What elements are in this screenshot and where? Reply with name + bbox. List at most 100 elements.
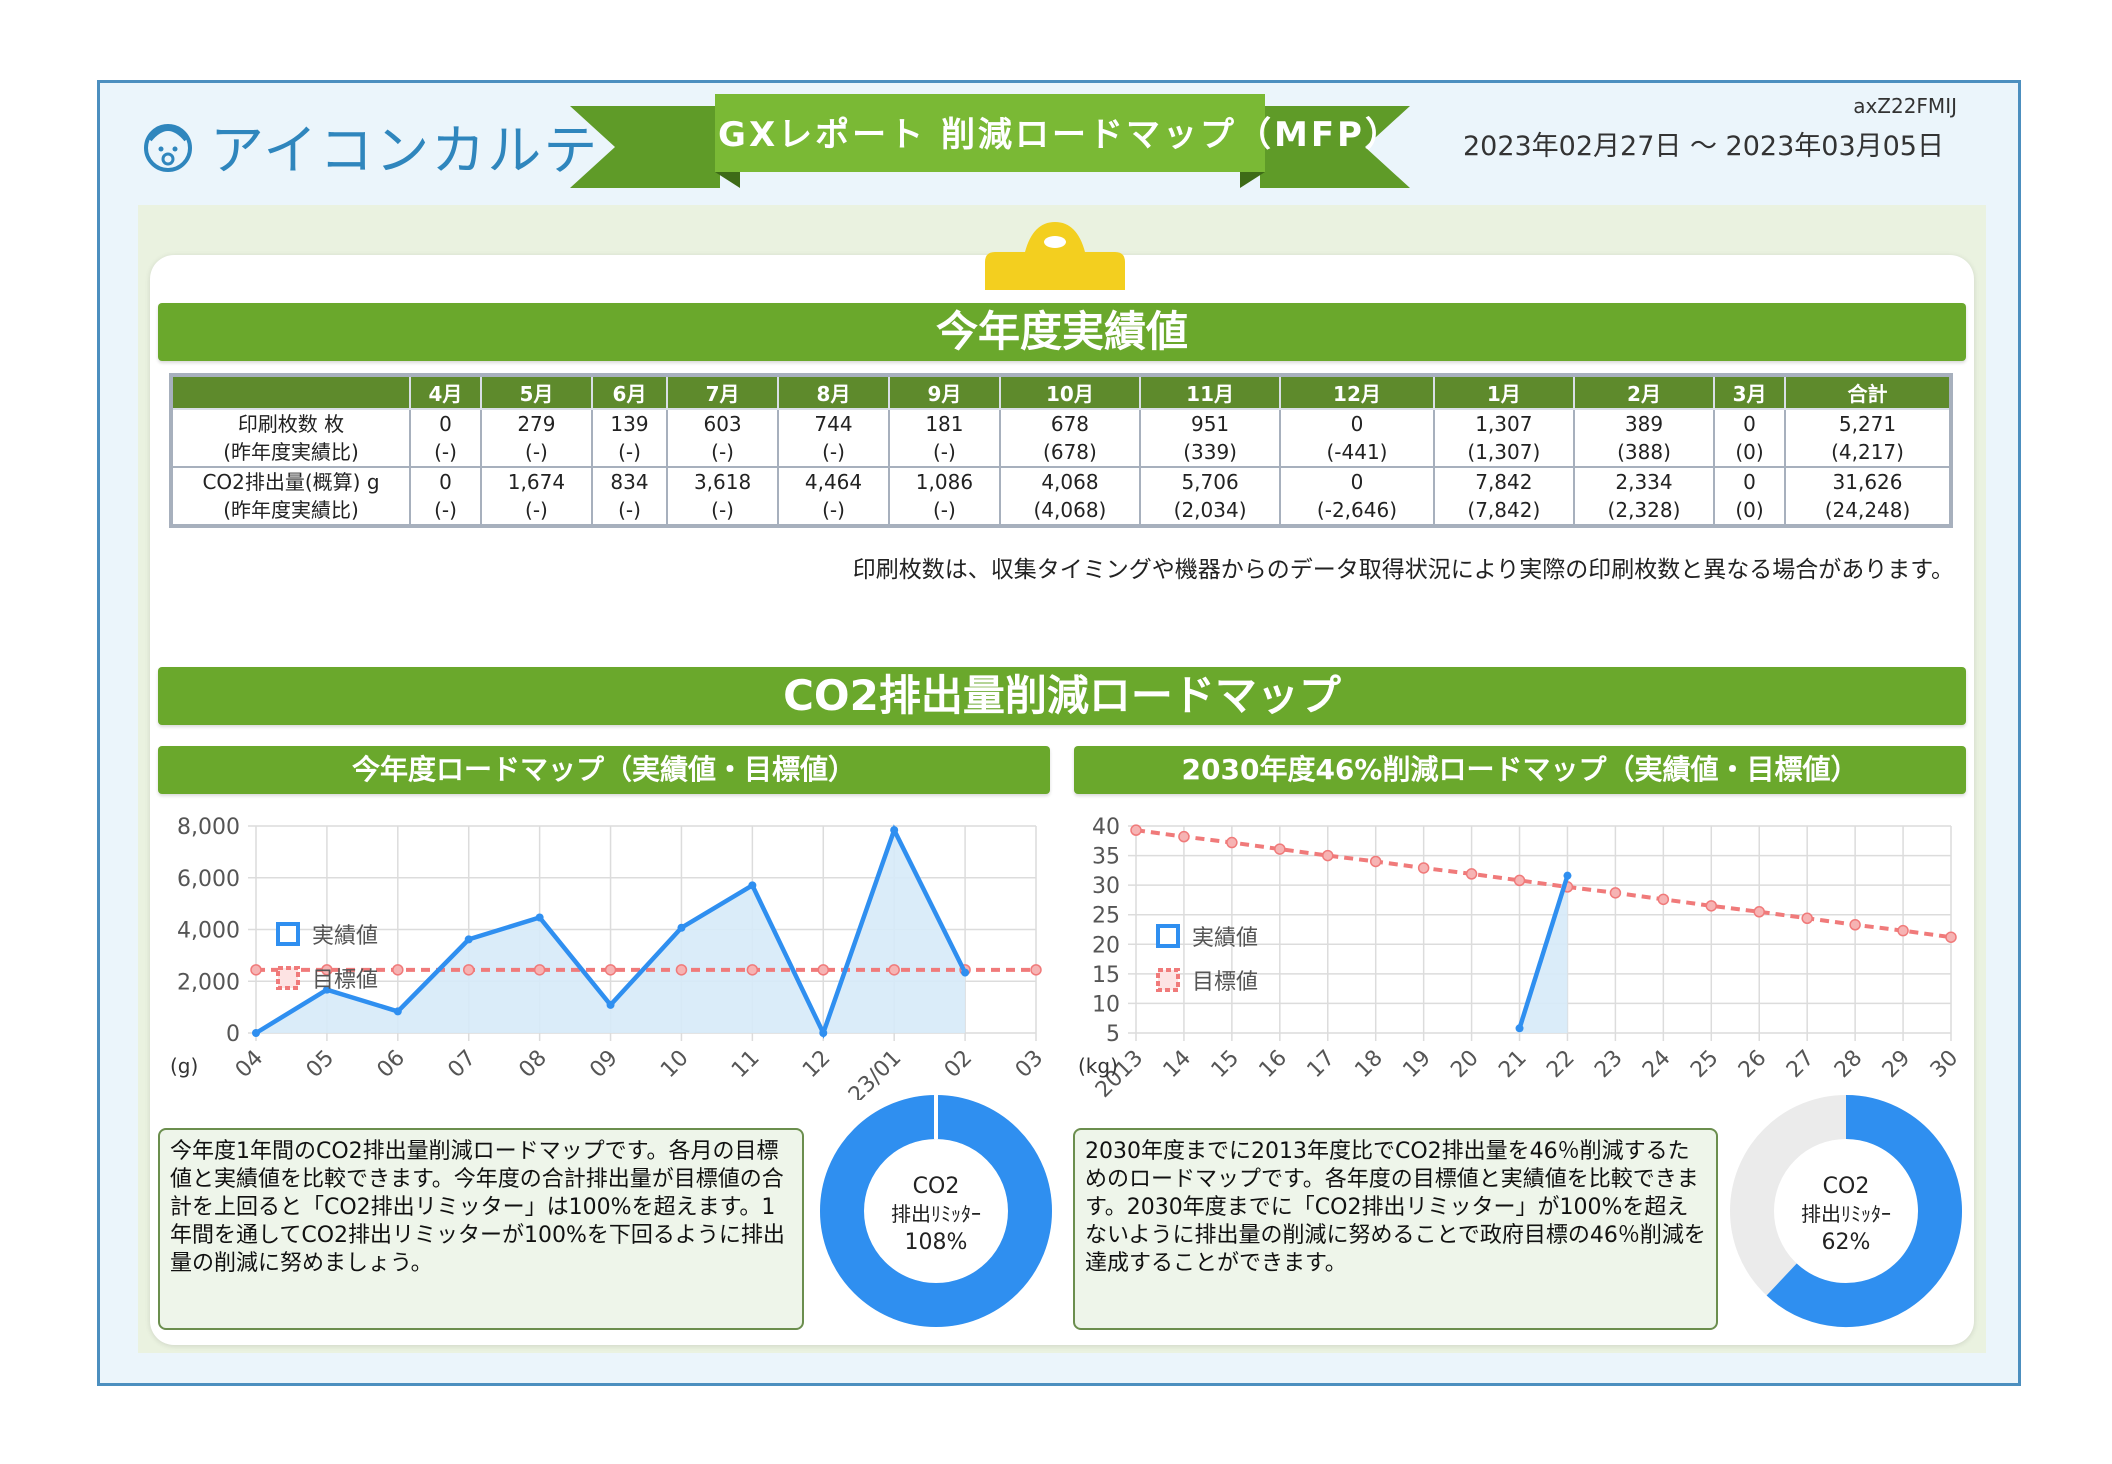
cell-compare: (-) (618, 498, 641, 522)
x-tick-label: 16 (1255, 1046, 1292, 1083)
actual-point (252, 1029, 260, 1037)
monthly-roadmap-chart: 0 2,000 4,000 6,000 8,000 04 05 06 07 08 09 10 11 12 2… (170, 815, 1048, 1100)
cell-value: 389 (1624, 412, 1664, 436)
y-tick-label: 8,000 (177, 815, 240, 840)
month-header: 6月 (590, 374, 669, 410)
cell-value: 0 (1350, 470, 1364, 494)
baby-face-icon (144, 123, 192, 172)
month-header: 合計 (1784, 374, 1952, 410)
cell-compare: (-) (822, 498, 845, 522)
month-header: 9月 (887, 374, 1001, 410)
table-cell: 951 (339) (1139, 408, 1282, 468)
target-point (1369, 855, 1382, 868)
legend-actual-label: 実績値 (312, 924, 378, 949)
logo: アイコンカルテ (140, 106, 599, 185)
cell-value: 0 (1350, 412, 1364, 436)
row-label-main: 印刷枚数 枚 (237, 412, 345, 436)
x-tick-label: 21 (1494, 1046, 1531, 1083)
y-tick-label: 30 (1092, 874, 1120, 899)
cell-value: 4,464 (804, 470, 863, 494)
table-cell: 2,334 (2,328) (1572, 466, 1716, 527)
table-cell: 5,271 (4,217) (1784, 408, 1952, 468)
cell-compare: (-) (822, 440, 845, 464)
table-cell: 389 (388) (1572, 408, 1716, 468)
cell-compare: (678) (1043, 440, 1097, 464)
target-point (1178, 830, 1190, 843)
cell-compare: (388) (1617, 440, 1671, 464)
x-tick-label: 12 (798, 1046, 835, 1083)
x-tick-label: 23 (1590, 1046, 1627, 1083)
left-limiter-gauge: CO2 排出ﾘﾐｯﾀｰ 108% (820, 1095, 1052, 1327)
x-tick-label: 17 (1303, 1046, 1340, 1083)
x-tick-label: 22 (1542, 1046, 1579, 1083)
y-tick-label: 5 (1106, 1022, 1120, 1047)
right-description: 2030年度までに2013年度比でCO2排出量を46％削減するためのロードマップ… (1073, 1128, 1718, 1330)
target-point (250, 964, 262, 976)
x-tick-label: 25 (1686, 1046, 1723, 1083)
x-tick-label: 08 (514, 1046, 551, 1083)
table-cell: 744 (-) (777, 408, 890, 468)
x-tick-label: 04 (231, 1046, 268, 1083)
table-cell: 0 (0) (1713, 408, 1787, 468)
cell-value: 3,618 (693, 470, 752, 494)
table-cell: 3,618 (-) (666, 466, 780, 527)
cell-value: 678 (1050, 412, 1090, 436)
month-header: 5月 (479, 374, 593, 410)
gauge-value-text: 62% (1822, 1230, 1871, 1255)
cell-value: 0 (439, 412, 452, 436)
cell-value: 181 (925, 412, 964, 436)
report-period: 2023年02月27日 〜 2023年03月05日 (1462, 131, 1944, 162)
performance-title: 今年度実績値 (158, 303, 1966, 361)
cell-compare: (-) (933, 498, 956, 522)
target-point (1030, 964, 1042, 976)
cell-compare: (0) (1735, 440, 1764, 464)
x-tick-label: 29 (1878, 1046, 1915, 1083)
cell-value: 5,706 (1181, 470, 1239, 494)
cell-value: 139 (610, 412, 649, 436)
right-chart-title: 2030年度46%削減ロードマップ（実績値・目標値） (1074, 746, 1966, 794)
month-header: 1月 (1432, 374, 1575, 410)
table-cell: 139 (-) (590, 408, 669, 468)
cell-value: 0 (1743, 470, 1756, 494)
roadmap-title: CO2排出量削減ロードマップ (158, 667, 1966, 725)
gauge-label-line2: 排出ﾘﾐｯﾀｰ (891, 1202, 981, 1226)
month-header: 3月 (1713, 374, 1787, 410)
table-cell: 0 (-) (409, 466, 482, 527)
table-cell: 31,626 (24,248) (1784, 466, 1952, 527)
table-cell: 1,307 (1,307) (1432, 408, 1575, 468)
cell-value: 279 (517, 412, 556, 436)
left-description: 今年度1年間のCO2排出量削減ロードマップです。各月の目標値と実績値を比較できま… (158, 1128, 804, 1330)
cell-compare: (-2,646) (1316, 498, 1397, 522)
target-point (1609, 887, 1622, 899)
performance-table: 4月 5月 6月 7月 8月 9月 10月 11月 12月 1月 2月 3月 合計 印刷枚数 枚 (昨年度… (169, 373, 1953, 528)
x-tick-label: 03 (1011, 1046, 1048, 1083)
y-tick-label: 15 (1092, 963, 1120, 988)
cell-compare: (2,034) (1173, 498, 1247, 522)
cell-compare: (339) (1183, 440, 1237, 464)
x-tick-label: 30 (1926, 1046, 1963, 1083)
x-tick-label: 14 (1159, 1046, 1196, 1083)
target-line (1135, 828, 1952, 940)
month-header: 7月 (666, 374, 780, 410)
table-cell: 603 (-) (666, 408, 780, 468)
target-point (746, 964, 759, 976)
target-point (1801, 912, 1813, 925)
x-tick-label: 06 (373, 1046, 410, 1083)
legend-actual-swatch (1156, 924, 1180, 948)
cell-value: 2,334 (1615, 470, 1673, 494)
target-point (817, 964, 830, 976)
month-header: 4月 (409, 374, 482, 410)
actual-point (819, 1029, 828, 1037)
table-row: CO2排出量(概算) g (昨年度実績比) 0 (-) 1,674 (-) 834 (-) 3,… (170, 466, 1952, 527)
target-point (1130, 824, 1142, 836)
cell-compare: (-) (434, 440, 457, 464)
y-tick-label: 35 (1092, 845, 1120, 870)
logo-text: アイコンカルテ (210, 119, 600, 182)
cell-value: 0 (1743, 412, 1756, 436)
x-tick-label: 07 (443, 1046, 480, 1083)
cell-compare: (4,217) (1831, 440, 1904, 464)
target-point (675, 964, 688, 976)
x-tick-label: 10 (656, 1046, 693, 1083)
month-header: 11月 (1139, 374, 1282, 410)
annual-roadmap-chart: 5101520253035402013 14 15 16 17 18 19 20 21 22 23 2… (1078, 815, 1963, 1100)
